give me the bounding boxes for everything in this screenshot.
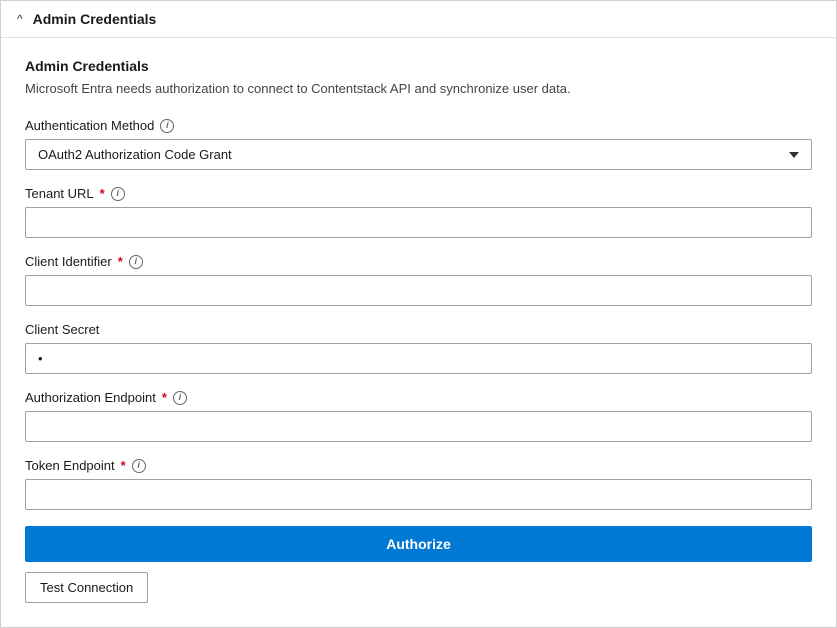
token-endpoint-field-group: Token Endpoint * i — [25, 458, 812, 510]
test-connection-button[interactable]: Test Connection — [25, 572, 148, 603]
authorization-endpoint-info-icon[interactable]: i — [173, 391, 187, 405]
client-secret-label: Client Secret — [25, 322, 812, 337]
authorize-button[interactable]: Authorize — [25, 526, 812, 562]
authentication-method-select[interactable]: OAuth2 Authorization Code Grant Basic Au… — [25, 139, 812, 170]
client-secret-field-group: Client Secret — [25, 322, 812, 374]
section-description: Microsoft Entra needs authorization to c… — [25, 80, 812, 98]
authorization-endpoint-input[interactable] — [25, 411, 812, 442]
tenant-url-info-icon[interactable]: i — [111, 187, 125, 201]
client-identifier-info-icon[interactable]: i — [129, 255, 143, 269]
tenant-url-label: Tenant URL * i — [25, 186, 812, 201]
tenant-url-input[interactable] — [25, 207, 812, 238]
authorization-endpoint-label-text: Authorization Endpoint — [25, 390, 156, 405]
token-endpoint-label-text: Token Endpoint — [25, 458, 115, 473]
card-header-title: Admin Credentials — [33, 11, 157, 27]
section-title: Admin Credentials — [25, 58, 812, 74]
authorization-endpoint-field-group: Authorization Endpoint * i — [25, 390, 812, 442]
authentication-method-field-group: Authentication Method i OAuth2 Authoriza… — [25, 118, 812, 170]
token-endpoint-required-marker: * — [121, 458, 126, 473]
admin-credentials-card: ^ Admin Credentials Admin Credentials Mi… — [0, 0, 837, 628]
token-endpoint-info-icon[interactable]: i — [132, 459, 146, 473]
authentication-method-label-text: Authentication Method — [25, 118, 154, 133]
tenant-url-field-group: Tenant URL * i — [25, 186, 812, 238]
authorization-endpoint-label: Authorization Endpoint * i — [25, 390, 812, 405]
card-body: Admin Credentials Microsoft Entra needs … — [1, 38, 836, 627]
client-secret-input[interactable] — [25, 343, 812, 374]
client-identifier-label-text: Client Identifier — [25, 254, 112, 269]
client-identifier-label: Client Identifier * i — [25, 254, 812, 269]
tenant-url-label-text: Tenant URL — [25, 186, 94, 201]
client-secret-label-text: Client Secret — [25, 322, 99, 337]
tenant-url-required-marker: * — [100, 186, 105, 201]
token-endpoint-label: Token Endpoint * i — [25, 458, 812, 473]
card-header: ^ Admin Credentials — [1, 1, 836, 38]
client-identifier-input[interactable] — [25, 275, 812, 306]
authentication-method-info-icon[interactable]: i — [160, 119, 174, 133]
client-identifier-required-marker: * — [118, 254, 123, 269]
collapse-chevron-icon[interactable]: ^ — [17, 12, 23, 26]
token-endpoint-input[interactable] — [25, 479, 812, 510]
authorization-endpoint-required-marker: * — [162, 390, 167, 405]
authentication-method-label: Authentication Method i — [25, 118, 812, 133]
client-identifier-field-group: Client Identifier * i — [25, 254, 812, 306]
